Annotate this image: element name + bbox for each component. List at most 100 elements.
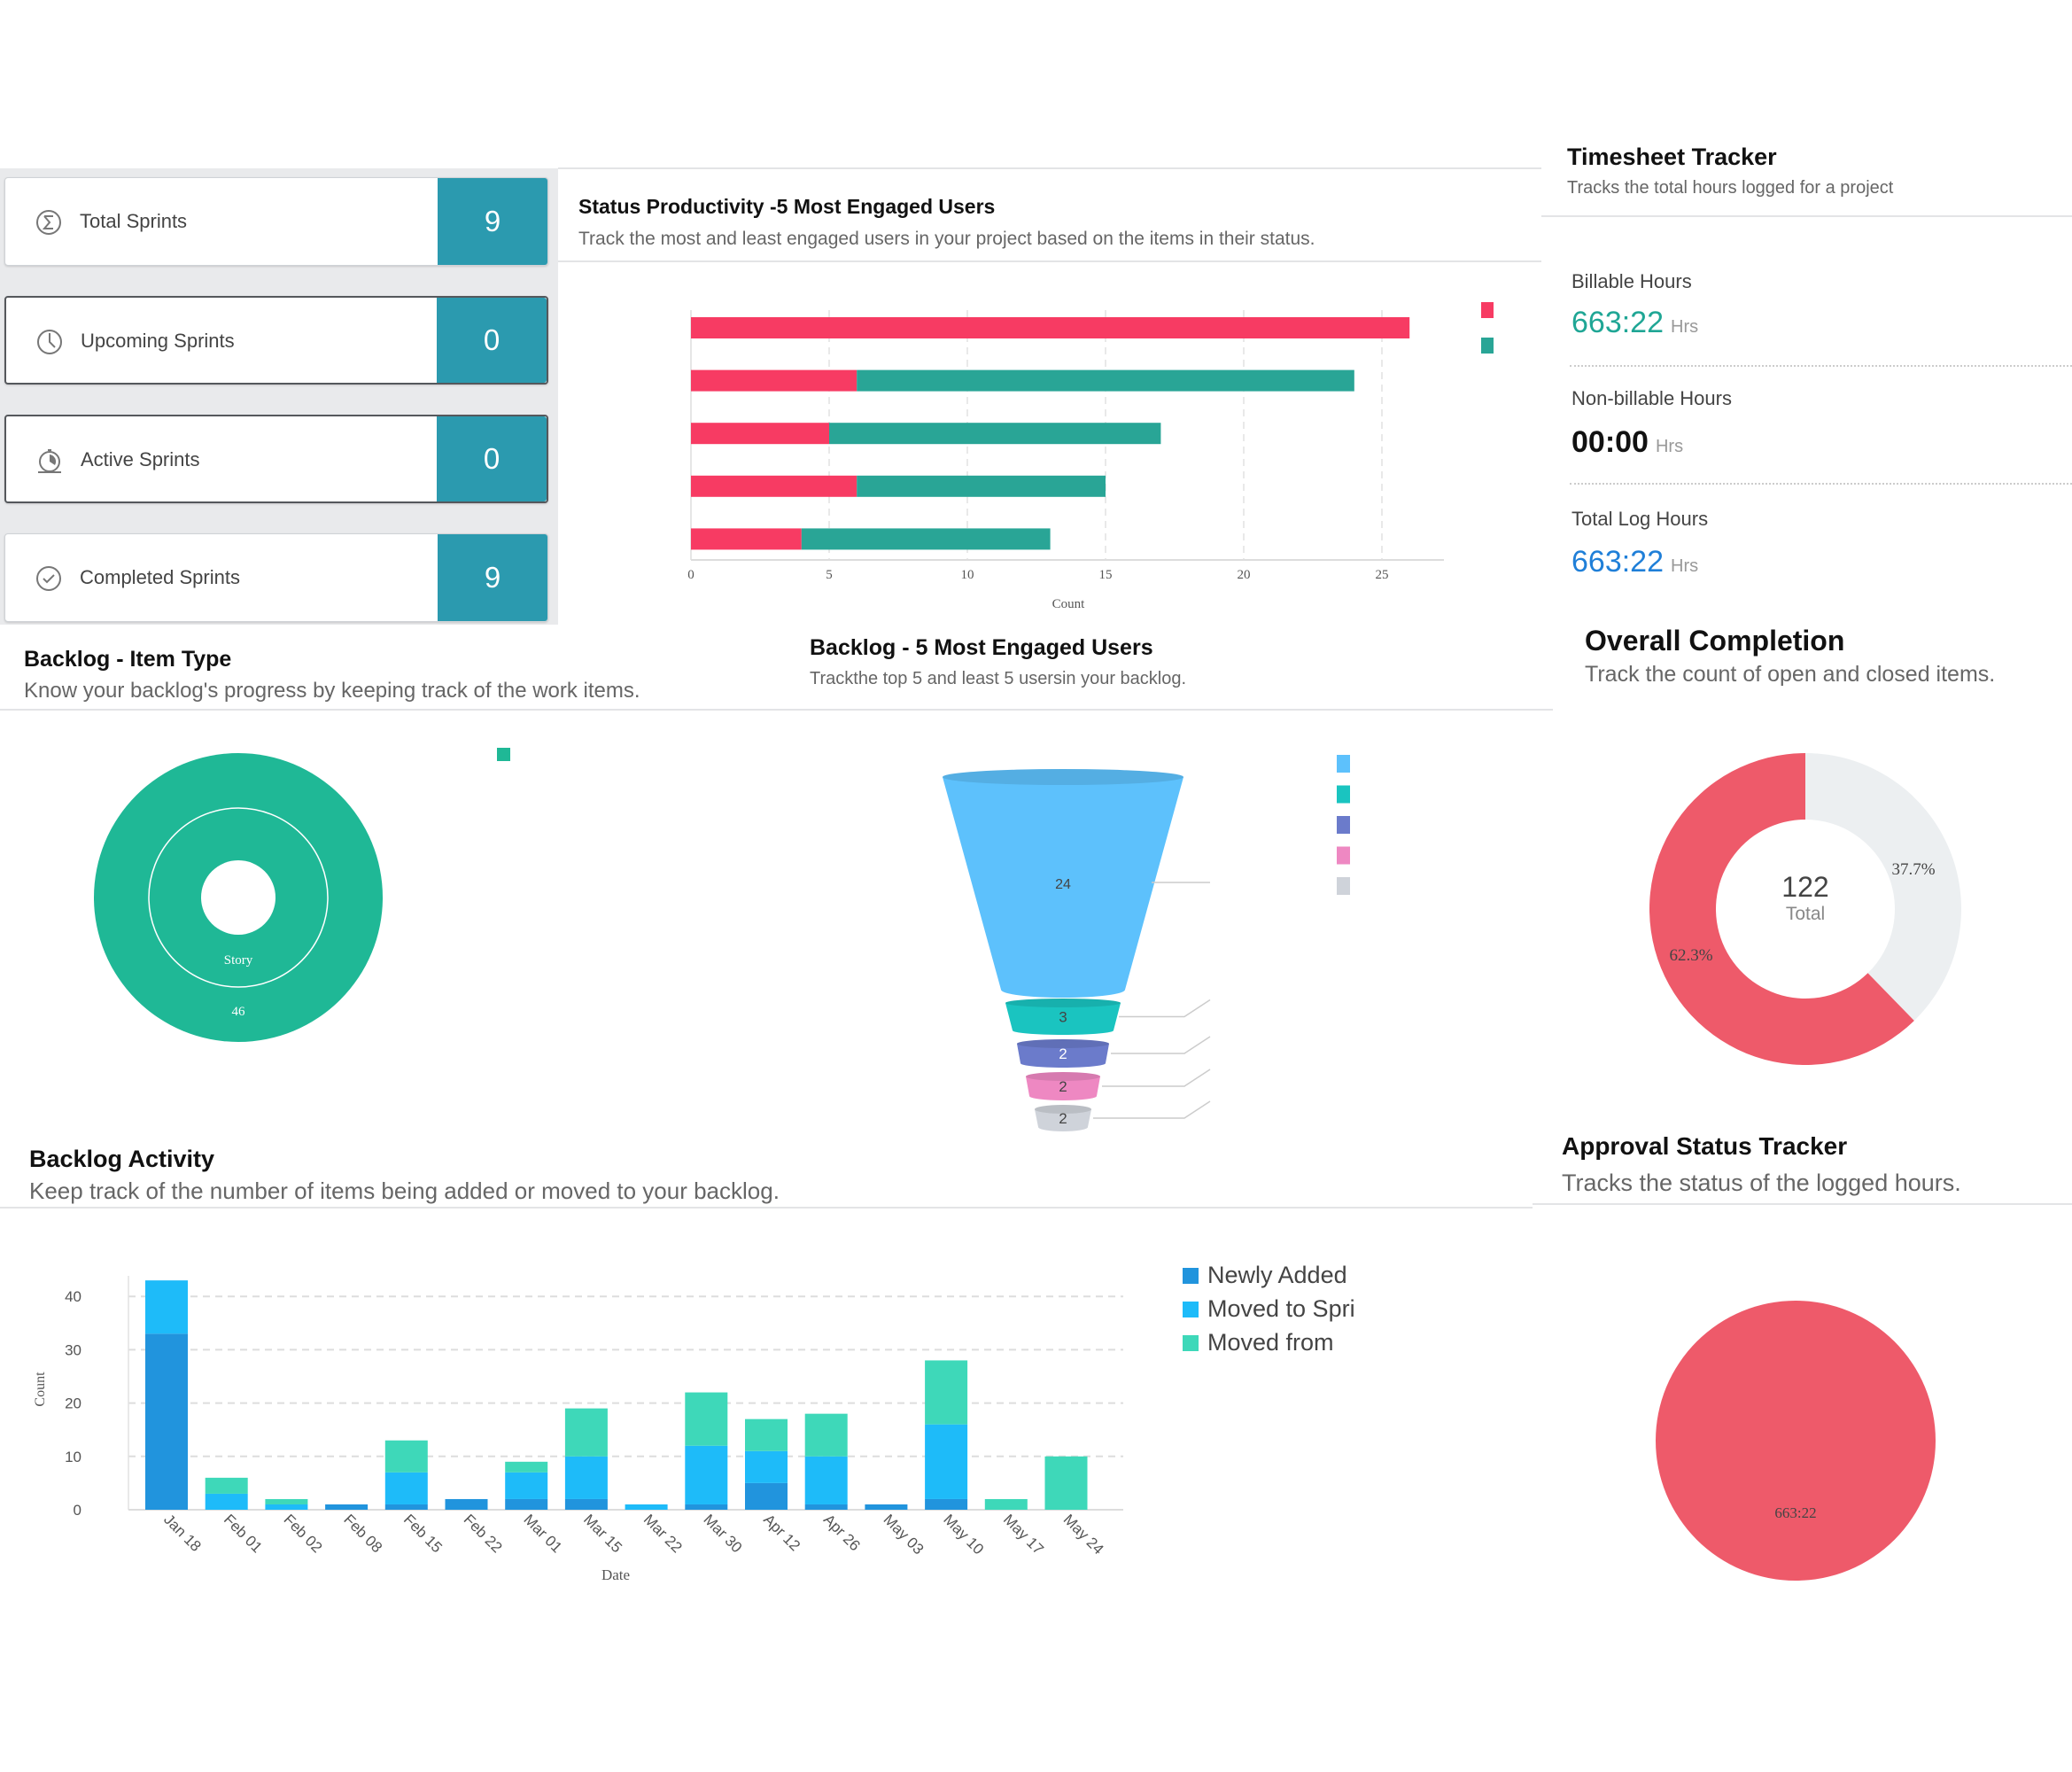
bar-segment — [205, 1493, 248, 1510]
legend-swatch — [1337, 877, 1350, 895]
bar-segment — [801, 528, 1051, 550]
x-tick-label: Mar 15 — [580, 1511, 625, 1556]
x-tick-label: Apr 26 — [820, 1511, 864, 1554]
x-tick-label: Mar 30 — [700, 1511, 745, 1556]
bar-segment — [804, 1504, 848, 1510]
funnel-value: 24 — [1055, 877, 1071, 892]
x-axis-label: Date — [601, 1566, 630, 1583]
funnel-segment-top — [943, 769, 1183, 785]
bar-segment — [691, 475, 858, 497]
slice-value: 46 — [232, 1005, 246, 1019]
donut-hole — [201, 860, 275, 935]
x-tick-label: 15 — [1099, 568, 1113, 582]
bar-segment — [564, 1498, 608, 1510]
bar-segment — [691, 423, 829, 445]
bar-segment — [384, 1472, 428, 1504]
bar-segment — [691, 317, 1410, 338]
bar-segment — [564, 1408, 608, 1457]
bar-segment — [384, 1440, 428, 1473]
x-tick-label: Jan 18 — [160, 1511, 205, 1555]
bar-segment — [384, 1504, 428, 1510]
x-tick-label: Feb 02 — [281, 1511, 326, 1556]
y-axis-label: Count — [33, 1372, 48, 1407]
bar-segment — [505, 1498, 548, 1510]
x-tick-label: Feb 01 — [221, 1511, 266, 1556]
slice-label: 62.3% — [1669, 946, 1712, 965]
connector-line — [1119, 999, 1211, 1018]
total-label: Total — [1786, 904, 1825, 924]
bar-segment — [145, 1333, 188, 1510]
legend-swatch — [1481, 302, 1494, 318]
legend-swatch — [1337, 755, 1350, 773]
bar-segment — [925, 1424, 968, 1499]
bar-segment — [804, 1413, 848, 1457]
y-tick-label: 20 — [65, 1395, 81, 1412]
bar-segment — [145, 1280, 188, 1334]
connector-line — [1102, 1069, 1211, 1087]
bar-segment — [857, 475, 1106, 497]
x-tick-label: May 10 — [940, 1511, 987, 1558]
x-tick-label: 25 — [1376, 568, 1389, 582]
x-tick-label: 10 — [961, 568, 974, 582]
x-tick-label: Mar 22 — [640, 1511, 686, 1556]
x-tick-label: Feb 15 — [400, 1511, 446, 1556]
funnel-value: 2 — [1059, 1045, 1067, 1062]
x-tick-label: May 03 — [881, 1511, 927, 1558]
x-tick-label: 0 — [687, 568, 695, 582]
bar-segment — [745, 1450, 788, 1483]
bar-segment — [1044, 1456, 1088, 1510]
bar-segment — [925, 1360, 968, 1425]
bar-segment — [625, 1504, 668, 1510]
bar-segment — [685, 1392, 728, 1446]
x-tick-label: May 24 — [1060, 1511, 1107, 1558]
legend-swatch — [1337, 785, 1350, 804]
bar-segment — [865, 1504, 908, 1510]
x-tick-label: Apr 12 — [760, 1511, 803, 1554]
y-tick-label: 10 — [65, 1449, 81, 1465]
slice-label: Story — [224, 953, 253, 968]
bar-segment — [925, 1498, 968, 1510]
bar-segment — [984, 1498, 1028, 1510]
bar-segment — [857, 369, 1354, 392]
bar-segment — [265, 1504, 308, 1510]
x-tick-label: Feb 22 — [461, 1511, 506, 1556]
x-tick-label: 5 — [826, 568, 833, 582]
bar-segment — [685, 1504, 728, 1510]
legend-swatch — [1337, 816, 1350, 834]
total-value: 122 — [1781, 871, 1828, 903]
bar-segment — [691, 369, 858, 392]
bar-segment — [745, 1418, 788, 1451]
bar-segment — [829, 423, 1161, 445]
funnel-value: 2 — [1059, 1078, 1067, 1095]
connector-line — [1093, 1100, 1211, 1119]
x-tick-label: 20 — [1238, 568, 1251, 582]
x-tick-label: Feb 08 — [340, 1511, 385, 1556]
slice-label: 663:22 — [1774, 1504, 1816, 1521]
charts-layer: 0 5 10 15 20 25 Count Story 46 24 3 2 2 2 37.7% 62.3% 12… — [33, 302, 1962, 1583]
bar-segment — [325, 1504, 369, 1510]
connector-line — [1111, 1036, 1211, 1054]
y-tick-label: 0 — [74, 1502, 81, 1519]
bar-segment — [804, 1456, 848, 1504]
funnel-segment-top — [1005, 999, 1121, 1007]
bar-segment — [505, 1461, 548, 1473]
x-tick-label: Mar 01 — [520, 1511, 565, 1556]
bar-segment — [265, 1498, 308, 1504]
bar-segment — [685, 1445, 728, 1504]
funnel-value: 3 — [1059, 1009, 1067, 1026]
x-axis-label: Count — [1052, 597, 1086, 611]
legend-swatch — [1337, 846, 1350, 865]
x-tick-label: May 17 — [1000, 1511, 1047, 1558]
bar-segment — [691, 528, 802, 550]
slice-label: 37.7% — [1891, 860, 1935, 879]
bar-segment — [745, 1482, 788, 1510]
y-tick-label: 40 — [65, 1288, 81, 1305]
pie-slice — [1656, 1301, 1936, 1581]
legend-swatch — [497, 748, 510, 761]
bar-segment — [564, 1456, 608, 1499]
bar-segment — [205, 1477, 248, 1494]
legend-swatch — [1481, 338, 1494, 354]
funnel-value: 2 — [1059, 1110, 1067, 1127]
y-tick-label: 30 — [65, 1341, 81, 1358]
bar-segment — [505, 1472, 548, 1499]
